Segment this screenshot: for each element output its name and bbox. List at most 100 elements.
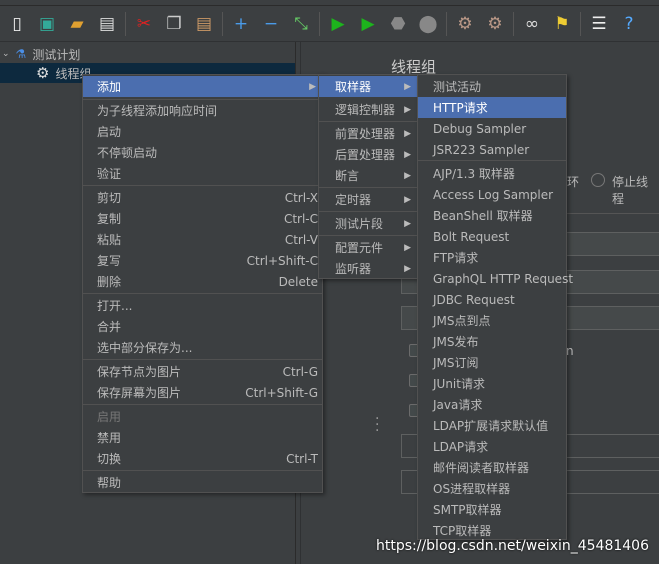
menu-separator	[83, 185, 322, 186]
submenu-item-sampler[interactable]: 取样器 ▶	[319, 76, 417, 97]
shortcut: Ctrl-X	[284, 190, 318, 205]
sampler-item[interactable]: JMS发布	[418, 331, 566, 352]
stop-thread-radio[interactable]	[591, 173, 605, 187]
menu-item-save-node-image[interactable]: 保存节点为图片 Ctrl-G	[83, 361, 322, 382]
watermark: https://blog.csdn.net/weixin_45481406	[375, 538, 649, 554]
reset-search-icon[interactable]: ⚑	[549, 11, 575, 37]
menu-label: 选中部分保存为...	[97, 341, 193, 355]
submenu-item-logic-controller[interactable]: 逻辑控制器 ▶	[319, 99, 417, 120]
clear-all-icon[interactable]: ⚙	[482, 11, 508, 37]
menu-label: BeanShell 取样器	[433, 209, 533, 223]
save-icon[interactable]: ▤	[94, 11, 120, 37]
submenu-item-pre-processor[interactable]: 前置处理器 ▶	[319, 123, 417, 144]
submenu-item-listener[interactable]: 监听器 ▶	[319, 258, 417, 279]
toggle-icon[interactable]: ⤡	[288, 11, 314, 37]
context-menu: 添加 ▶ 为子线程添加响应时间 启动 不停顿启动 验证 剪切 Ctrl-X 复制 Ct…	[82, 74, 323, 493]
menu-label: 后置处理器	[335, 148, 396, 162]
gear-icon: ⚙	[36, 64, 50, 82]
menu-item-toggle[interactable]: 切换 Ctrl-T	[83, 448, 322, 469]
submenu-item-assertion[interactable]: 断言 ▶	[319, 165, 417, 186]
toolbar-divider	[513, 11, 514, 36]
toolbar-divider	[319, 11, 320, 36]
submenu-item-post-processor[interactable]: 后置处理器 ▶	[319, 144, 417, 165]
add-submenu: 取样器 ▶ 逻辑控制器 ▶ 前置处理器 ▶ 后置处理器 ▶ 断言 ▶ 定时器 ▶ 测试片段 ▶…	[318, 74, 418, 279]
menu-item-merge[interactable]: 合并	[83, 316, 322, 337]
chevron-right-icon: ▶	[404, 149, 411, 160]
menu-label: 复写	[97, 254, 122, 268]
sampler-item[interactable]: JMS订阅	[418, 352, 566, 373]
menu-label: SMTP取样器	[433, 503, 502, 517]
new-icon[interactable]: ▯	[4, 11, 30, 37]
menu-item-add-response-time[interactable]: 为子线程添加响应时间	[83, 100, 322, 121]
expand-icon[interactable]: +	[228, 11, 254, 37]
menu-item-validate[interactable]: 验证	[83, 163, 322, 184]
menu-item-delete[interactable]: 删除 Delete	[83, 271, 322, 292]
menu-label: JUnit请求	[433, 377, 485, 391]
paste-icon[interactable]: ▤	[191, 11, 217, 37]
sampler-item[interactable]: LDAP扩展请求默认值	[418, 415, 566, 436]
menu-item-add[interactable]: 添加 ▶	[83, 76, 322, 97]
sampler-item[interactable]: JSR223 Sampler	[418, 139, 566, 160]
sampler-item[interactable]: JDBC Request	[418, 289, 566, 310]
search-icon[interactable]: ∞	[519, 11, 545, 37]
menu-item-help[interactable]: 帮助	[83, 472, 322, 493]
shutdown-icon[interactable]: ⬤	[415, 11, 441, 37]
function-helper-icon[interactable]: ☰	[586, 11, 612, 37]
menu-item-start-no-pause[interactable]: 不停顿启动	[83, 142, 322, 163]
sampler-item[interactable]: AJP/1.3 取样器	[418, 163, 566, 184]
chevron-right-icon: ▶	[404, 128, 411, 139]
clear-icon[interactable]: ⚙	[452, 11, 478, 37]
menu-label: JMS点到点	[433, 314, 491, 328]
sampler-item[interactable]: OS进程取样器	[418, 478, 566, 499]
start-icon[interactable]: ▶	[325, 11, 351, 37]
menu-item-cut[interactable]: 剪切 Ctrl-X	[83, 187, 322, 208]
menu-label: 测试活动	[433, 80, 482, 94]
sampler-item[interactable]: GraphQL HTTP Request	[418, 268, 573, 289]
sampler-item[interactable]: Debug Sampler	[418, 118, 566, 139]
menu-item-copy[interactable]: 复制 Ctrl-C	[83, 208, 322, 229]
chevron-right-icon: ▶	[404, 218, 411, 229]
menu-label: 保存屏幕为图片	[97, 386, 182, 400]
sampler-item[interactable]: FTP请求	[418, 247, 566, 268]
sampler-item[interactable]: Java请求	[418, 394, 566, 415]
radio-label-partial: 环	[567, 175, 580, 189]
shortcut: Ctrl+Shift-G	[245, 385, 318, 400]
sampler-item[interactable]: Access Log Sampler	[418, 184, 566, 205]
tree-node-test-plan[interactable]: ⌄ ⚗ 测试计划	[2, 44, 80, 64]
splitter-handle[interactable]: · · ·	[375, 412, 379, 438]
sampler-item[interactable]: HTTP请求	[418, 97, 566, 118]
open-icon[interactable]: ▰	[64, 11, 90, 37]
cut-icon[interactable]: ✂	[131, 11, 157, 37]
chevron-down-icon[interactable]: ⌄	[2, 49, 10, 59]
submenu-item-test-fragment[interactable]: 测试片段 ▶	[319, 213, 417, 234]
menu-label: 为子线程添加响应时间	[97, 104, 218, 118]
sampler-item[interactable]: 测试活动	[418, 76, 566, 97]
help-icon[interactable]: ?	[616, 11, 642, 37]
menu-item-duplicate[interactable]: 复写 Ctrl+Shift-C	[83, 250, 322, 271]
chevron-right-icon: ▶	[404, 81, 411, 92]
start-no-pause-icon[interactable]: ▶	[355, 11, 381, 37]
sampler-item[interactable]: JMS点到点	[418, 310, 566, 331]
sampler-item[interactable]: Bolt Request	[418, 226, 566, 247]
menu-item-paste[interactable]: 粘贴 Ctrl-V	[83, 229, 322, 250]
copy-icon[interactable]: ❐	[161, 11, 187, 37]
collapse-icon[interactable]: −	[258, 11, 284, 37]
sampler-item[interactable]: JUnit请求	[418, 373, 566, 394]
menu-item-disable[interactable]: 禁用	[83, 427, 322, 448]
toolbar: ▯ ▣ ▰ ▤ ✂ ❐ ▤ + − ⤡ ▶ ▶ ⬣ ⬤ ⚙ ⚙ ∞ ⚑ ☰ ?	[0, 6, 659, 42]
menu-label: LDAP扩展请求默认值	[433, 419, 549, 433]
templates-icon[interactable]: ▣	[34, 11, 60, 37]
sampler-item[interactable]: BeanShell 取样器	[418, 205, 566, 226]
menu-item-open[interactable]: 打开...	[83, 295, 322, 316]
sampler-item[interactable]: LDAP请求	[418, 436, 566, 457]
menu-item-save-screen-image[interactable]: 保存屏幕为图片 Ctrl+Shift-G	[83, 382, 322, 403]
menu-item-save-selection-as[interactable]: 选中部分保存为...	[83, 337, 322, 358]
sampler-item[interactable]: SMTP取样器	[418, 499, 566, 520]
sampler-item[interactable]: 邮件阅读者取样器	[418, 457, 566, 478]
menu-item-start[interactable]: 启动	[83, 121, 322, 142]
stop-icon[interactable]: ⬣	[385, 11, 411, 37]
menu-label: GraphQL HTTP Request	[433, 271, 574, 286]
menu-separator	[83, 404, 322, 405]
submenu-item-config-element[interactable]: 配置元件 ▶	[319, 237, 417, 258]
submenu-item-timer[interactable]: 定时器 ▶	[319, 189, 417, 210]
